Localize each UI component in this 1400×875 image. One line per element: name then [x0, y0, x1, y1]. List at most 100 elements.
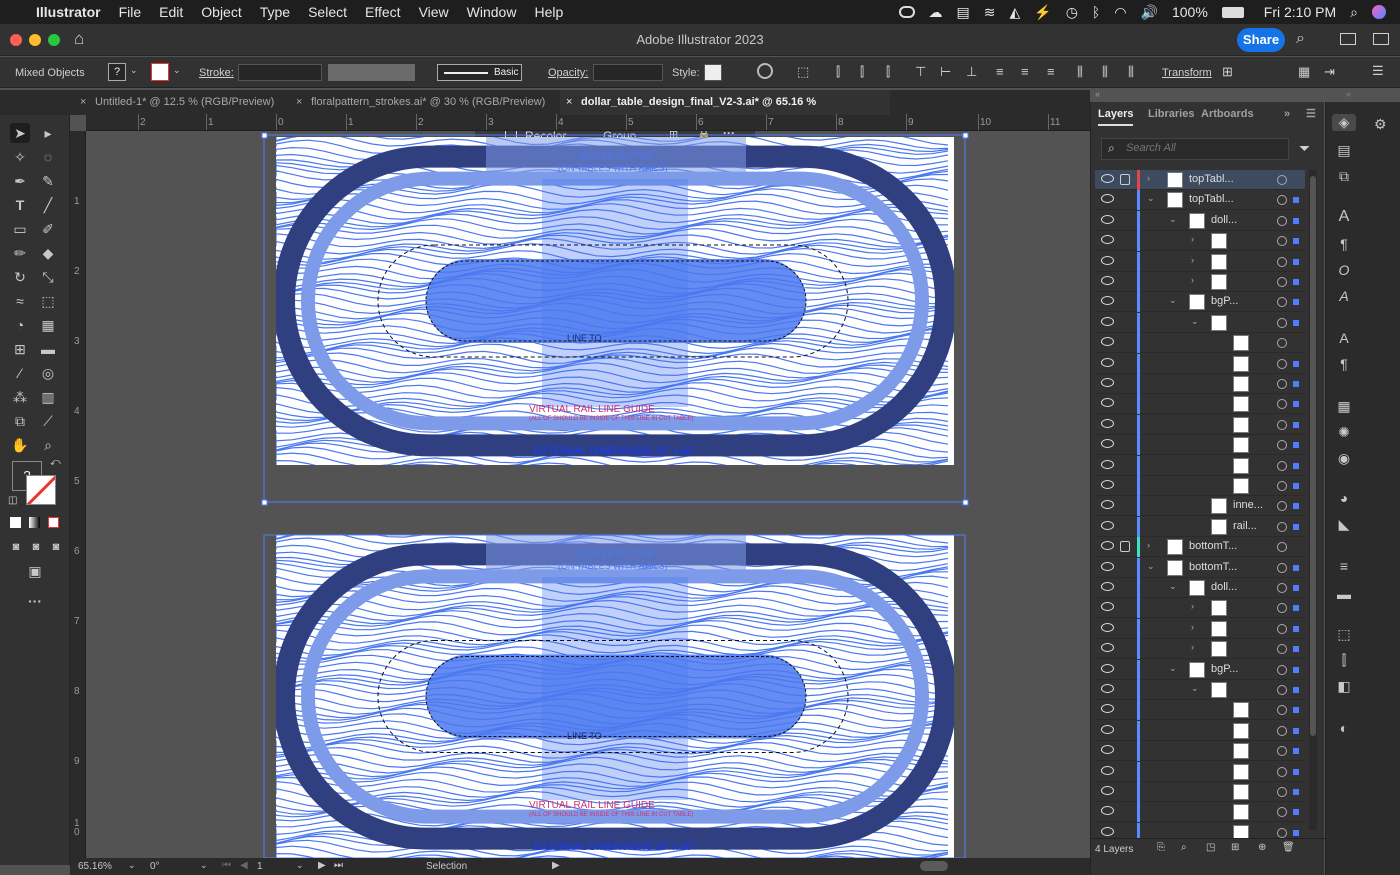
layer-row[interactable]: ⌄ bottomT... — [1095, 557, 1305, 578]
target-circle-icon[interactable] — [1277, 644, 1287, 655]
default-colors-icon[interactable]: ◫ — [8, 495, 17, 506]
target-circle-icon[interactable] — [1277, 583, 1287, 593]
gradient-mode-icon[interactable] — [29, 517, 40, 528]
selection-indicator[interactable] — [1293, 585, 1299, 591]
layer-row[interactable]: › — [1095, 231, 1305, 252]
character-panel-icon[interactable]: A — [1332, 208, 1356, 226]
stroke-box[interactable] — [26, 475, 56, 505]
selection-indicator[interactable] — [1293, 768, 1299, 775]
layer-row[interactable] — [1095, 741, 1305, 762]
visibility-eye-icon[interactable] — [1101, 765, 1114, 775]
collapse-chevron-icon[interactable]: ⌄ — [1147, 193, 1155, 204]
layer-row[interactable]: › bottomT... — [1095, 537, 1305, 558]
tab-libraries[interactable]: Libraries — [1148, 108, 1194, 120]
visibility-eye-icon[interactable] — [1101, 541, 1114, 551]
flash-icon[interactable]: ⚡ — [1034, 4, 1051, 21]
selection-indicator[interactable] — [1293, 401, 1299, 408]
recolor-artwork-icon[interactable] — [757, 63, 773, 79]
mesh-tool-icon[interactable]: ⊞ — [10, 339, 30, 359]
bluetooth-icon[interactable]: ᛒ — [1092, 4, 1100, 20]
stroke-dropdown-chevron-icon[interactable]: ⌄ — [173, 65, 181, 76]
visibility-eye-icon[interactable] — [1101, 806, 1114, 816]
target-circle-icon[interactable] — [1277, 440, 1287, 451]
target-circle-icon[interactable] — [1277, 358, 1287, 369]
wifi-icon[interactable]: ◠ — [1114, 4, 1126, 21]
visibility-eye-icon[interactable] — [1101, 643, 1114, 653]
drive-icon[interactable]: ▤ — [957, 4, 970, 21]
artboard-tool-icon[interactable]: ⧉ — [10, 411, 30, 431]
selection-indicator[interactable] — [1293, 217, 1299, 224]
artwork[interactable] — [86, 131, 1090, 858]
symbols-panel-icon[interactable]: ◉ — [1332, 450, 1356, 467]
target-circle-icon[interactable] — [1277, 542, 1287, 553]
draw-behind-icon[interactable]: ◙ — [26, 537, 46, 557]
target-circle-icon[interactable] — [1277, 685, 1287, 695]
icloud-icon[interactable]: ☁ — [929, 4, 943, 21]
panel-menu-icon[interactable]: ☰ — [1306, 107, 1316, 120]
visibility-eye-icon[interactable] — [1101, 724, 1114, 734]
distribute-bottom-icon[interactable]: ≡ — [1047, 64, 1055, 79]
lock-icon[interactable] — [1120, 174, 1130, 185]
target-circle-icon[interactable] — [1277, 481, 1287, 491]
scale-tool-icon[interactable]: ⤡ — [38, 267, 58, 287]
locate-object-icon[interactable]: ⌕ — [1181, 842, 1187, 853]
visibility-eye-icon[interactable] — [1101, 337, 1114, 347]
target-circle-icon[interactable] — [1277, 236, 1287, 247]
prev-artboard-icon[interactable]: ◀ — [240, 860, 248, 871]
layers-scrollbar[interactable] — [1309, 170, 1317, 830]
eraser-tool-icon[interactable]: ◆ — [38, 243, 58, 263]
properties-panel-icon[interactable]: ⚙ — [1374, 116, 1387, 133]
none-mode-icon[interactable] — [48, 517, 59, 528]
shape-builder-tool-icon[interactable]: ◔ — [10, 315, 30, 335]
selection-handle[interactable] — [962, 132, 969, 139]
delete-layer-icon[interactable]: 🗑 — [1282, 842, 1295, 853]
layer-name[interactable]: inne... — [1233, 499, 1263, 511]
selection-indicator[interactable] — [1293, 748, 1299, 755]
paragraph-panel-icon[interactable]: ¶ — [1332, 236, 1356, 252]
transform-options-icon[interactable]: ⊞ — [1222, 64, 1233, 80]
expand-chevron-icon[interactable]: › — [1191, 234, 1194, 244]
horizontal-ruler[interactable]: 2 1 0 1 2 3 4 5 6 7 8 9 10 11 — [86, 114, 1090, 131]
layer-name[interactable]: bottomT... — [1189, 561, 1237, 573]
layer-name[interactable]: rail... — [1233, 520, 1257, 532]
draw-normal-icon[interactable]: ◙ — [6, 537, 26, 557]
color-panel-icon[interactable]: ◕ — [1332, 490, 1356, 506]
layer-row[interactable] — [1095, 374, 1305, 394]
visibility-eye-icon[interactable] — [1101, 214, 1114, 224]
time-machine-icon[interactable]: ◷ — [1066, 4, 1078, 21]
selection-indicator[interactable] — [1293, 789, 1299, 795]
creative-cloud-icon[interactable] — [898, 6, 915, 18]
selection-handle[interactable] — [261, 132, 268, 139]
selection-indicator[interactable] — [1293, 319, 1299, 326]
clipping-mask-icon[interactable]: ◳ — [1206, 842, 1215, 853]
visibility-eye-icon[interactable] — [1101, 745, 1114, 755]
selection-indicator[interactable] — [1293, 523, 1299, 530]
blend-tool-icon[interactable]: ◎ — [38, 363, 58, 383]
layer-row[interactable]: › — [1095, 639, 1305, 660]
selection-indicator[interactable] — [1293, 646, 1299, 653]
visibility-eye-icon[interactable] — [1101, 174, 1114, 183]
align-hcenter-icon[interactable]: ⫿ — [860, 64, 864, 80]
close-tab-icon[interactable]: × — [80, 90, 86, 115]
graph-tool-icon[interactable]: ▥ — [38, 387, 58, 407]
selection-indicator[interactable] — [1293, 421, 1299, 428]
tab-untitled-1[interactable]: × Untitled-1* @ 12.5 % (RGB/Preview) — [80, 90, 288, 115]
close-tab-icon[interactable]: × — [566, 90, 572, 115]
selection-handle[interactable] — [261, 499, 268, 506]
distribute-left-icon[interactable]: ⫼ — [1077, 64, 1083, 80]
layer-row[interactable] — [1095, 435, 1305, 456]
layer-row[interactable]: ⌄ doll... — [1095, 578, 1305, 598]
align-bottom-icon[interactable]: ⊥ — [966, 64, 977, 80]
layers-menu-icon[interactable]: ≋ — [984, 4, 996, 21]
collapse-chevron-icon[interactable]: ⌄ — [1169, 663, 1177, 674]
clock[interactable]: Fri 2:10 PM — [1264, 4, 1336, 20]
layer-row[interactable] — [1095, 353, 1305, 374]
layer-name[interactable]: bottomT... — [1189, 540, 1237, 552]
draw-inside-icon[interactable]: ◙ — [46, 537, 66, 557]
more-options-icon[interactable]: ☰ — [1372, 63, 1384, 79]
target-circle-icon[interactable] — [1277, 623, 1287, 634]
layer-name[interactable]: bgP... — [1211, 663, 1238, 675]
spotlight-search-icon[interactable]: ⌕ — [1350, 4, 1358, 21]
collapse-chevron-icon[interactable]: ⌄ — [1169, 581, 1177, 592]
type-tool-icon[interactable]: T — [10, 195, 30, 215]
